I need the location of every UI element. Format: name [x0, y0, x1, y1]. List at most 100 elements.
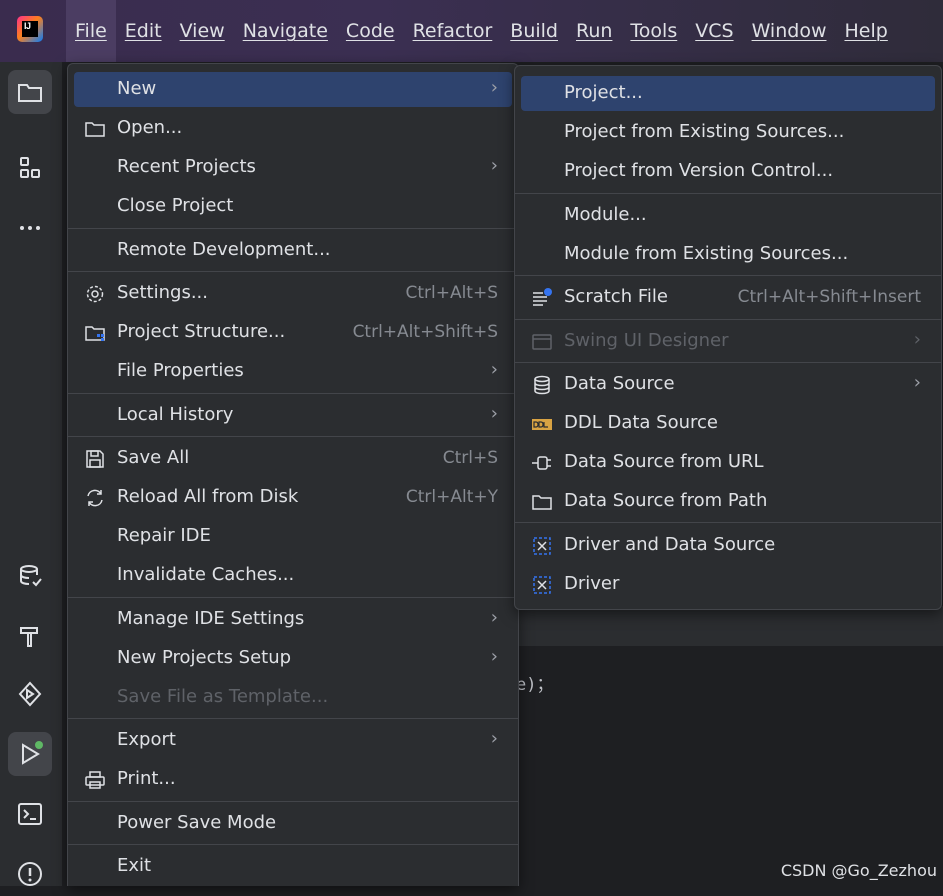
warning-icon	[18, 862, 42, 886]
menu-item-label: Exit	[117, 855, 152, 876]
folder-icon	[84, 118, 106, 140]
menu-separator	[515, 319, 941, 320]
menu-separator	[515, 522, 941, 523]
menu-file[interactable]: File	[66, 0, 116, 62]
submenu-item-project-from-vcs[interactable]: Project from Version Control...	[521, 154, 935, 189]
editor-code-fragment: e)；	[516, 675, 554, 695]
intellij-logo-icon[interactable]: IJ	[17, 16, 43, 42]
chevron-right-icon: ›	[490, 359, 498, 380]
menu-item-export[interactable]: Export ›	[74, 723, 512, 758]
menu-item-invalidate-caches[interactable]: Invalidate Caches...	[74, 558, 512, 593]
menu-run[interactable]: Run	[567, 0, 621, 62]
submenu-item-driver[interactable]: Driver	[521, 567, 935, 602]
menu-item-label: Recent Projects	[117, 156, 256, 177]
menu-item-project-structure[interactable]: Project Structure... Ctrl+Alt+Shift+S	[74, 315, 512, 350]
submenu-item-project-from-existing[interactable]: Project from Existing Sources...	[521, 115, 935, 150]
menu-navigate[interactable]: Navigate	[234, 0, 337, 62]
main-menu-bar: File Edit View Navigate Code Refactor Bu…	[66, 0, 897, 62]
menu-item-reload-all[interactable]: Reload All from Disk Ctrl+Alt+Y	[74, 480, 512, 515]
submenu-item-data-source-from-path[interactable]: Data Source from Path	[521, 484, 935, 519]
submenu-item-driver-and-data-source[interactable]: Driver and Data Source	[521, 528, 935, 563]
menu-item-shortcut: Ctrl+S	[442, 448, 498, 468]
menu-item-local-history[interactable]: Local History ›	[74, 398, 512, 433]
submenu-item-project[interactable]: Project...	[521, 76, 935, 111]
menu-item-new[interactable]: New ›	[74, 72, 512, 107]
menu-item-label: Export	[117, 729, 176, 750]
menu-separator	[68, 718, 518, 719]
menu-item-label: File Properties	[117, 360, 244, 381]
problems-tool-button[interactable]	[8, 852, 52, 896]
more-tools-button[interactable]	[8, 206, 52, 250]
menu-item-shortcut: Ctrl+Alt+S	[405, 283, 498, 303]
menu-item-label: Power Save Mode	[117, 812, 277, 833]
menu-item-label: Open...	[117, 117, 183, 138]
menu-item-open[interactable]: Open...	[74, 111, 512, 146]
run-icon	[22, 741, 43, 765]
submenu-item-ddl-data-source[interactable]: DDL Data Source	[521, 406, 935, 441]
submenu-item-swing-ui-designer: Swing UI Designer ›	[521, 324, 935, 359]
menu-item-save-all[interactable]: Save All Ctrl+S	[74, 441, 512, 476]
submenu-item-module-from-existing[interactable]: Module from Existing Sources...	[521, 237, 935, 272]
build-tool-button[interactable]	[8, 614, 52, 658]
menu-help[interactable]: Help	[835, 0, 896, 62]
menu-separator	[68, 271, 518, 272]
menu-tools[interactable]: Tools	[621, 0, 686, 62]
ddl-icon	[531, 413, 553, 435]
menu-item-file-properties[interactable]: File Properties ›	[74, 354, 512, 389]
menu-item-label: Local History	[117, 404, 234, 425]
menu-refactor[interactable]: Refactor	[404, 0, 502, 62]
menu-separator	[68, 436, 518, 437]
menu-item-label: Module...	[564, 204, 647, 225]
structure-tool-button[interactable]	[8, 146, 52, 190]
database-tool-button[interactable]	[8, 554, 52, 598]
menu-item-label: Project from Existing Sources...	[564, 121, 845, 142]
menu-view[interactable]: View	[171, 0, 234, 62]
submenu-item-module[interactable]: Module...	[521, 198, 935, 233]
swing-designer-icon	[531, 331, 553, 353]
menu-item-close-project[interactable]: Close Project	[74, 189, 512, 224]
menu-build[interactable]: Build	[501, 0, 567, 62]
menu-edit[interactable]: Edit	[116, 0, 171, 62]
menu-item-label: Project Structure...	[117, 321, 286, 342]
project-tool-button[interactable]	[8, 70, 52, 114]
menu-item-label: Settings...	[117, 282, 208, 303]
menu-item-shortcut: Ctrl+Alt+Y	[405, 487, 498, 507]
scratch-file-icon	[531, 287, 553, 309]
project-structure-icon	[84, 322, 106, 344]
menu-item-save-file-as-template: Save File as Template...	[74, 680, 512, 715]
menu-item-remote-development[interactable]: Remote Development...	[74, 233, 512, 268]
menu-code[interactable]: Code	[337, 0, 404, 62]
menu-item-shortcut: Ctrl+Alt+Shift+S	[352, 322, 498, 342]
tool-window-strip	[0, 62, 62, 886]
folder-icon	[531, 491, 553, 513]
menu-item-label: Manage IDE Settings	[117, 608, 305, 629]
menu-item-label: Module from Existing Sources...	[564, 243, 849, 264]
menu-item-label: Data Source	[564, 373, 675, 394]
menu-item-print[interactable]: Print...	[74, 762, 512, 797]
chevron-right-icon: ›	[490, 403, 498, 424]
menu-item-label: Data Source from Path	[564, 490, 768, 511]
database-icon	[20, 565, 42, 587]
menu-separator	[68, 393, 518, 394]
menu-vcs[interactable]: VCS	[686, 0, 742, 62]
menu-item-label: Project...	[564, 82, 643, 103]
menu-item-recent-projects[interactable]: Recent Projects ›	[74, 150, 512, 185]
menu-item-shortcut: Ctrl+Alt+Shift+Insert	[737, 287, 921, 307]
submenu-item-data-source-from-url[interactable]: Data Source from URL	[521, 445, 935, 480]
menu-item-manage-ide-settings[interactable]: Manage IDE Settings ›	[74, 602, 512, 637]
menu-item-settings[interactable]: Settings... Ctrl+Alt+S	[74, 276, 512, 311]
chevron-right-icon: ›	[913, 372, 921, 393]
database-icon	[531, 374, 553, 396]
menu-item-exit[interactable]: Exit	[74, 849, 512, 884]
menu-item-new-projects-setup[interactable]: New Projects Setup ›	[74, 641, 512, 676]
submenu-item-data-source[interactable]: Data Source ›	[521, 367, 935, 402]
run-tool-button[interactable]	[8, 732, 52, 776]
menu-separator	[68, 801, 518, 802]
services-tool-button[interactable]	[8, 672, 52, 716]
terminal-tool-button[interactable]	[8, 792, 52, 836]
menu-window[interactable]: Window	[743, 0, 836, 62]
submenu-item-scratch-file[interactable]: Scratch File Ctrl+Alt+Shift+Insert	[521, 280, 935, 315]
menu-item-repair-ide[interactable]: Repair IDE	[74, 519, 512, 554]
menu-item-power-save-mode[interactable]: Power Save Mode	[74, 806, 512, 841]
menu-separator	[68, 844, 518, 845]
